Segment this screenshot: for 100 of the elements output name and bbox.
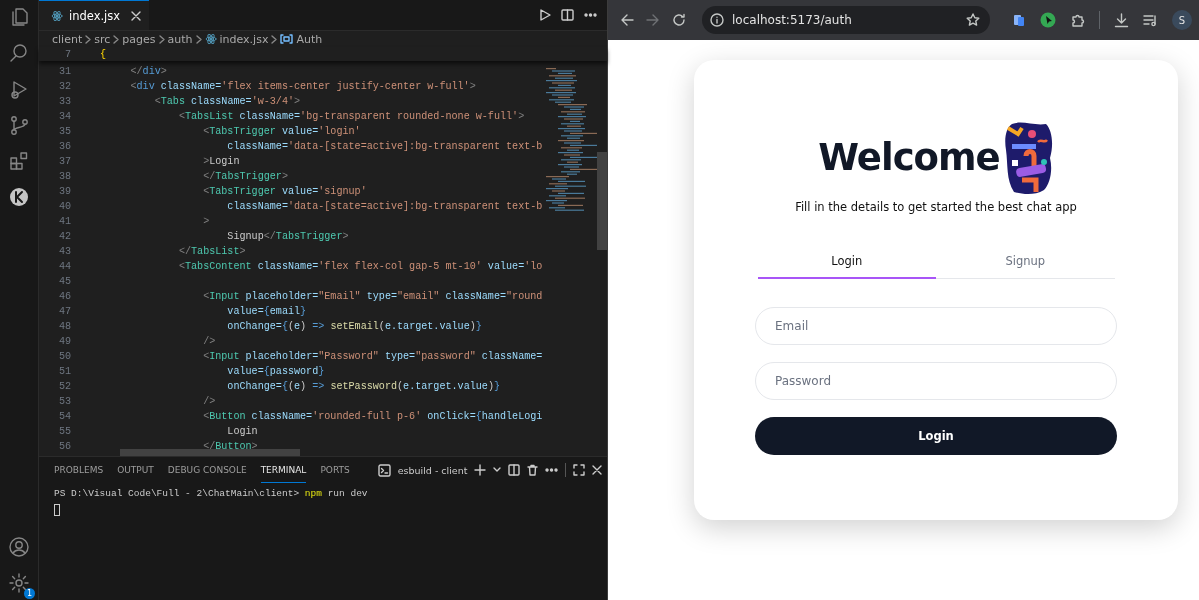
split-terminal-icon[interactable] <box>508 464 521 476</box>
plus-icon[interactable] <box>474 464 487 476</box>
back-icon[interactable] <box>620 13 634 27</box>
forward-icon[interactable] <box>646 13 660 27</box>
close-icon[interactable] <box>592 465 603 475</box>
panel-tab[interactable]: TERMINAL <box>260 457 307 483</box>
panel-tab[interactable]: OUTPUT <box>117 457 154 483</box>
line-number: 33 <box>57 95 71 109</box>
input-field[interactable]: Password <box>755 362 1117 400</box>
line-number: 52 <box>57 380 71 394</box>
chevron-right-icon <box>271 34 278 44</box>
auth-tab[interactable]: Signup <box>936 244 1115 279</box>
line-number: 37 <box>57 155 71 169</box>
line-number: 42 <box>57 230 71 244</box>
code-line: >Login <box>202 155 240 169</box>
breadcrumb-item[interactable]: index.jsx <box>219 32 269 46</box>
terminal-name[interactable]: esbuild - client <box>397 464 468 476</box>
settings-icon[interactable] <box>8 572 30 594</box>
code-line: <TabsList className='bg-transparent rounded-none w-full'> <box>177 110 525 124</box>
line-number: 35 <box>57 125 71 139</box>
code-line: Login <box>226 425 258 439</box>
reload-icon[interactable] <box>672 13 686 27</box>
code-line: </TabsTrigger> <box>202 170 288 184</box>
line-number: 53 <box>57 395 71 409</box>
account-icon[interactable] <box>8 536 30 558</box>
code-line: <TabsTrigger value='signup' <box>202 185 367 199</box>
line-number: 48 <box>57 320 71 334</box>
download-icon[interactable] <box>1114 12 1129 28</box>
code-line: </div> <box>129 65 167 79</box>
line-number: 40 <box>57 200 71 214</box>
star-icon[interactable] <box>966 13 980 27</box>
breadcrumb-item[interactable]: Auth <box>296 32 323 46</box>
code-line: onChange={(e) => setPassword(e.target.value)} <box>226 380 500 394</box>
code-line: /> <box>202 395 216 409</box>
line-number: 36 <box>57 140 71 154</box>
more-icon[interactable] <box>545 468 559 472</box>
code-line: { <box>100 48 107 62</box>
search-icon[interactable] <box>8 42 30 64</box>
code-line: </Button> <box>202 440 258 449</box>
scrollbar-thumb[interactable] <box>120 449 300 456</box>
code-line: Signup</TabsTrigger> <box>226 230 349 244</box>
profile-avatar[interactable]: S <box>1172 10 1192 30</box>
panel-tab[interactable]: PROBLEMS <box>54 457 104 483</box>
chevron-down-icon[interactable] <box>493 467 502 473</box>
code-line: <div className='flex items-center justify-center w-full'> <box>129 80 476 94</box>
editor-tab[interactable]: index.jsx <box>39 0 149 30</box>
chevron-right-icon <box>158 34 165 44</box>
remote-icon[interactable] <box>8 186 30 208</box>
scrollbar-thumb[interactable] <box>597 152 607 250</box>
info-icon[interactable] <box>710 13 724 27</box>
breadcrumb-item[interactable]: src <box>94 32 111 46</box>
run-icon[interactable] <box>539 9 551 21</box>
auth-tab[interactable]: Login <box>757 244 936 279</box>
line-number: 34 <box>57 110 71 124</box>
line-number: 54 <box>57 410 71 424</box>
chevron-right-icon <box>195 34 202 44</box>
login-button[interactable]: Login <box>755 417 1117 455</box>
code-line: /> <box>202 335 216 349</box>
code-line: <Input placeholder="Password" type="password" className= <box>202 350 543 364</box>
react-icon <box>204 33 217 45</box>
maximize-icon[interactable] <box>573 464 586 476</box>
line-number: 55 <box>57 425 71 439</box>
line-number: 44 <box>57 260 71 274</box>
line-number: 45 <box>57 275 71 289</box>
symbol-icon <box>280 34 294 44</box>
extension-icon[interactable] <box>1012 13 1026 27</box>
line-number: 32 <box>57 80 71 94</box>
terminal-cursor <box>54 504 60 516</box>
breadcrumb-item[interactable]: client <box>52 32 83 46</box>
terminal-icon <box>377 463 391 477</box>
line-number: 39 <box>57 185 71 199</box>
code-line: <Button className='rounded-full p-6' onClick={handleLogi <box>202 410 543 424</box>
code-line: <Input placeholder="Email" type="email" className="round <box>202 290 543 304</box>
trash-icon[interactable] <box>527 464 539 476</box>
breadcrumb-item[interactable]: auth <box>167 32 193 46</box>
more-icon[interactable] <box>584 13 597 17</box>
code-line: <TabsContent className='flex flex-col gap-5 mt-10' value='lo <box>177 260 543 274</box>
panel-tab[interactable]: DEBUG CONSOLE <box>167 457 247 483</box>
panel-tab[interactable]: PORTS <box>320 457 350 483</box>
code-line: </TabsList> <box>177 245 246 259</box>
code-line: className='data-[state=active]:bg-transparent text-b <box>226 200 543 214</box>
code-line: onChange={(e) => setEmail(e.target.value)} <box>226 320 482 334</box>
code-line: <TabsTrigger value='login' <box>202 125 361 139</box>
extensions-icon[interactable] <box>1070 12 1085 28</box>
cursor-extension-icon[interactable] <box>1040 12 1056 28</box>
input-field[interactable]: Email <box>755 307 1117 345</box>
address-bar[interactable]: localhost:5173/auth <box>702 6 990 34</box>
line-number: 49 <box>57 335 71 349</box>
line-number: 46 <box>57 290 71 304</box>
terminal-line: PS D:\Visual Code\Full - 2\ChatMain\client> npm run dev <box>54 487 368 500</box>
code-line: value={password} <box>226 365 325 379</box>
close-icon[interactable] <box>131 10 141 21</box>
split-editor-icon[interactable] <box>561 9 574 21</box>
line-number: 47 <box>57 305 71 319</box>
line-number: 51 <box>57 365 71 379</box>
media-control-icon[interactable] <box>1143 13 1158 27</box>
breadcrumb-item[interactable]: pages <box>122 32 156 46</box>
code-line: <Tabs className='w-3/4'> <box>153 95 301 109</box>
extensions-icon[interactable] <box>8 150 30 172</box>
source-control-icon[interactable] <box>8 114 30 136</box>
